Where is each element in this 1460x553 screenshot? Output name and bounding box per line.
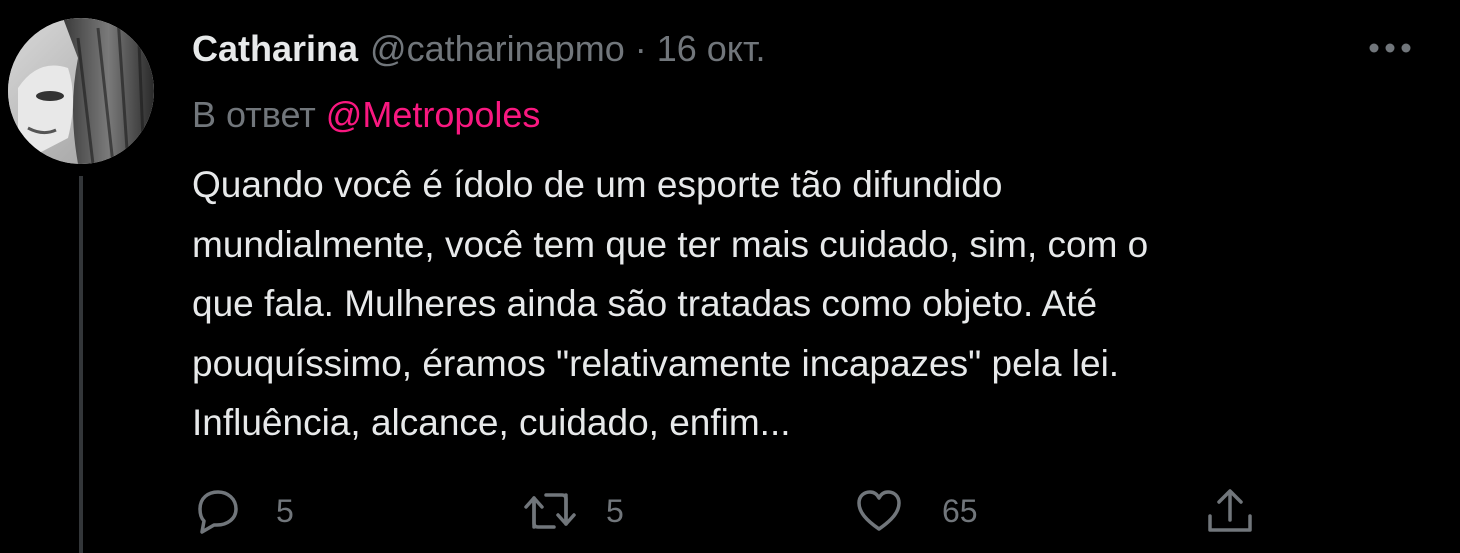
tweet-text-line: Influência, alcance, cuidado, enfim... [192, 402, 791, 443]
reply-button[interactable]: 5 [192, 486, 294, 536]
reply-count: 5 [276, 492, 294, 529]
tweet-text-line: mundialmente, você tem que ter mais cuid… [192, 223, 1149, 265]
tweet-header: Catharina @catharinapmo · 16 окт. [192, 26, 765, 72]
retweet-icon [522, 487, 578, 535]
like-count: 65 [942, 492, 978, 529]
author-name[interactable]: Catharina [192, 26, 358, 72]
reply-context: В ответ @Metropoles [192, 92, 540, 138]
more-button[interactable] [1364, 30, 1416, 66]
tweet-text-line: pouquíssimo, éramos "relativamente incap… [192, 342, 1120, 384]
tweet-text-line: que fala. Mulheres ainda são tratadas co… [192, 283, 1098, 324]
avatar-image [8, 18, 154, 164]
reply-mention-link[interactable]: @Metropoles [326, 94, 541, 135]
retweet-count: 5 [606, 492, 624, 529]
author-handle[interactable]: @catharinapmo [370, 26, 625, 72]
retweet-button[interactable]: 5 [522, 486, 624, 536]
tweet-text: Quando você é ídolo de um esporte tão di… [192, 155, 1422, 453]
more-horizontal-icon [1368, 42, 1412, 54]
tweet-text-line: Quando você é ídolo de um esporte tão di… [192, 164, 1003, 205]
like-button[interactable]: 65 [854, 486, 978, 536]
reply-bubble-icon [192, 487, 242, 535]
separator-dot: · [634, 28, 647, 69]
tweet[interactable]: Catharina @catharinapmo · 16 окт. В отве… [0, 0, 1460, 553]
heart-icon [854, 487, 904, 535]
tweet-date[interactable]: 16 окт. [657, 26, 766, 72]
action-bar: 5 5 65 [0, 486, 1460, 536]
share-button[interactable] [1204, 486, 1256, 536]
avatar[interactable] [8, 18, 154, 164]
share-upload-icon [1204, 486, 1256, 536]
reply-prefix: В ответ [192, 94, 316, 135]
